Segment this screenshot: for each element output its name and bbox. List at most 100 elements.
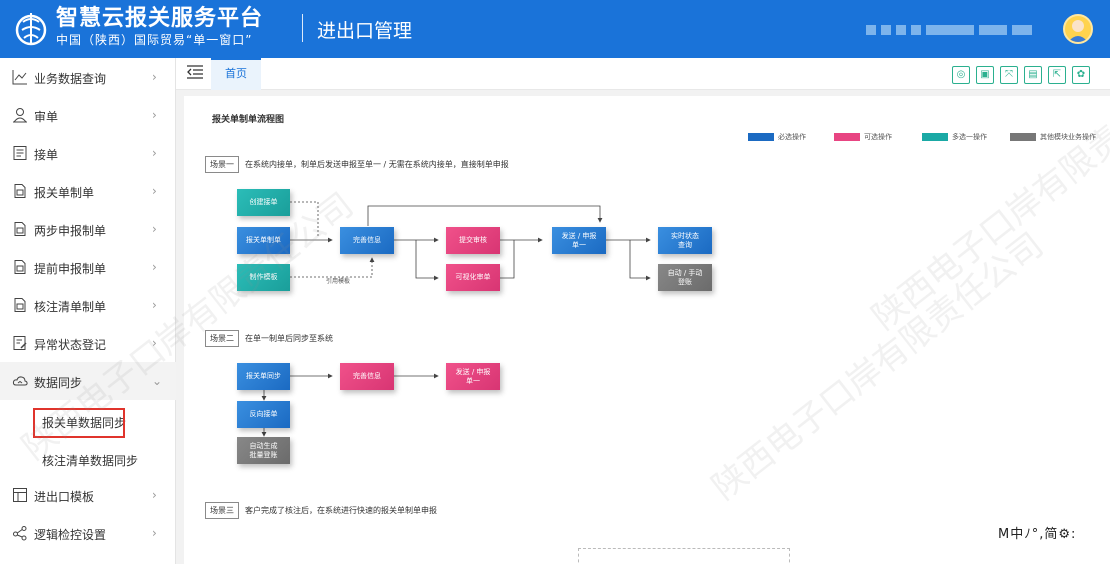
sidebar-item-label: 报关单制单: [34, 186, 95, 200]
flow-panel: 报关单制单流程图 必选操作 可选操作 多选一操作 其他模块业务操作 场景一 在系…: [184, 96, 1110, 564]
sidebar-item-review[interactable]: 审单 ›: [0, 96, 176, 134]
chevron-right-icon: ›: [152, 108, 157, 122]
flow-step-auto-manual-account: 自动 / 手动 登账: [658, 264, 712, 291]
sidebar: 业务数据查询 › 审单 › 接单 › 报关单制单 › 两步申报制单 › 提前申报…: [0, 58, 176, 564]
flow-step-line: 自动生成: [249, 441, 278, 450]
chevron-right-icon: ›: [152, 146, 157, 160]
menu-collapse-icon[interactable]: [186, 64, 204, 80]
flow-step-line: 查询: [678, 240, 692, 249]
export-icon[interactable]: ⇱: [1048, 66, 1066, 84]
cloud-sync-icon: [12, 376, 28, 386]
sidebar-item-logic-check[interactable]: 逻辑检控设置 ›: [0, 514, 176, 552]
main-content: 报关单制单流程图 必选操作 可选操作 多选一操作 其他模块业务操作 场景一 在系…: [176, 90, 1110, 564]
fullscreen-toggle-icon[interactable]: ▣: [976, 66, 994, 84]
tab-home[interactable]: 首页: [211, 58, 261, 90]
sidebar-item-label: 逻辑检控设置: [34, 528, 107, 542]
refresh-icon[interactable]: ◎: [952, 66, 970, 84]
logo-icon: [15, 13, 47, 46]
template-icon: [13, 488, 27, 502]
settings-icon[interactable]: ✿: [1072, 66, 1090, 84]
flow-step-submit-review: 提交审核: [446, 227, 500, 254]
document-icon: [14, 298, 26, 312]
chevron-right-icon: ›: [152, 336, 157, 350]
user-avatar-icon: [1068, 20, 1088, 42]
flow-note-ref-template: 引用模板: [326, 278, 351, 285]
flow-step-line: 单一: [572, 240, 586, 249]
flow-step-realtime-status: 实时状态 查询: [658, 227, 712, 254]
sidebar-item-label: 业务数据查询: [34, 72, 107, 86]
flow-step-declaration: 报关单制单: [237, 227, 290, 254]
scene-tag: 场景三: [205, 502, 239, 519]
chevron-right-icon: ›: [152, 70, 157, 84]
flow-step-declaration-sync: 报关单同步: [237, 363, 290, 390]
flow-step-line: 发送 / 申报: [561, 231, 597, 240]
module-title: 进出口管理: [317, 20, 413, 42]
sidebar-item-label: 接单: [34, 148, 59, 162]
document-icon: [14, 222, 26, 236]
chart-line-icon: [12, 70, 27, 85]
flow-placeholder-box: [578, 548, 790, 564]
flow-step-complete-info-2: 完善信息: [340, 363, 394, 390]
flow-step-line: 发送 / 申报: [455, 367, 491, 376]
avatar[interactable]: [1063, 14, 1093, 44]
selected-subitem-highlight: [33, 408, 125, 438]
chevron-right-icon: ›: [152, 184, 157, 198]
share-nodes-icon: [13, 526, 27, 541]
ime-toolbar[interactable]: M中ﾉ°,简⚙:: [998, 523, 1076, 542]
scene-two-header: 场景二 在单一制单后同步至系统: [205, 330, 333, 347]
flow-step-line: 实时状态: [671, 231, 699, 240]
sidebar-item-data-sync[interactable]: 数据同步 ⌄: [0, 362, 176, 400]
sidebar-item-advance[interactable]: 提前申报制单 ›: [0, 248, 176, 286]
expand-icon[interactable]: ⤧: [1000, 66, 1018, 84]
save-icon[interactable]: ▤: [1024, 66, 1042, 84]
toolbar-icons: ◎ ▣ ⤧ ▤ ⇱ ✿: [952, 66, 1090, 84]
subitem-label: 核注清单数据同步: [42, 454, 139, 468]
sidebar-item-label: 审单: [34, 110, 59, 124]
flow-step-visual-review: 可视化审单: [446, 264, 500, 291]
brand: 智慧云报关服务平台 中国（陕西）国际贸易“单一窗口”: [56, 6, 263, 48]
scene-three-header: 场景三 客户完成了核注后，在系统进行快速的报关单制单申报: [205, 502, 437, 519]
chevron-right-icon: ›: [152, 526, 157, 540]
document-list-icon: [13, 146, 27, 160]
flow-step-template: 制作模板: [237, 264, 290, 291]
sidebar-item-label: 核注清单制单: [34, 300, 107, 314]
chevron-right-icon: ›: [152, 298, 157, 312]
brand-title: 智慧云报关服务平台: [56, 6, 264, 31]
header-divider: [302, 14, 303, 42]
chevron-right-icon: ›: [152, 488, 157, 502]
user-info-blurred[interactable]: [866, 25, 1032, 35]
chevron-down-icon: ⌄: [152, 374, 163, 388]
document-icon: [14, 184, 26, 198]
sidebar-item-verification[interactable]: 核注清单制单 ›: [0, 286, 176, 324]
scene-description: 在单一制单后同步至系统: [245, 334, 333, 343]
tab-bar: 首页 ◎ ▣ ⤧ ▤ ⇱ ✿: [176, 58, 1110, 90]
sidebar-item-label: 进出口模板: [34, 490, 95, 504]
flow-step-reverse-order: 反向接单: [237, 401, 290, 428]
sidebar-item-declaration[interactable]: 报关单制单 ›: [0, 172, 176, 210]
scene-tag: 场景二: [205, 330, 239, 347]
flow-step-send-declare: 发送 / 申报 单一: [552, 227, 606, 254]
sidebar-item-label: 提前申报制单: [34, 262, 107, 276]
brand-subtitle: 中国（陕西）国际贸易“单一窗口”: [56, 33, 253, 47]
flow-step-line: 批量登账: [249, 450, 278, 459]
sidebar-item-receive[interactable]: 接单 ›: [0, 134, 176, 172]
chevron-right-icon: ›: [152, 260, 157, 274]
flow-step-line: 登账: [678, 277, 692, 286]
top-header: 智慧云报关服务平台 中国（陕西）国际贸易“单一窗口” 进出口管理: [0, 0, 1110, 58]
flow-step-line: 自动 / 手动: [667, 268, 703, 277]
chevron-right-icon: ›: [152, 222, 157, 236]
sidebar-item-label: 两步申报制单: [34, 224, 107, 238]
sidebar-item-business-query[interactable]: 业务数据查询 ›: [0, 58, 176, 96]
flow-step-complete-info: 完善信息: [340, 227, 394, 254]
subitem-verification-sync[interactable]: 核注清单数据同步: [0, 442, 176, 476]
edit-document-icon: [13, 336, 27, 350]
flow-step-send-declare-2: 发送 / 申报 单一: [446, 363, 500, 390]
user-review-icon: [13, 108, 27, 123]
sidebar-item-templates[interactable]: 进出口模板 ›: [0, 476, 176, 514]
flow-step-auto-generate: 自动生成 批量登账: [237, 437, 290, 464]
sidebar-item-label: 数据同步: [34, 376, 83, 390]
sidebar-item-exception[interactable]: 异常状态登记 ›: [0, 324, 176, 362]
sidebar-item-label: 异常状态登记: [34, 338, 107, 352]
sidebar-item-two-step[interactable]: 两步申报制单 ›: [0, 210, 176, 248]
flow-step-line: 单一: [466, 376, 480, 385]
